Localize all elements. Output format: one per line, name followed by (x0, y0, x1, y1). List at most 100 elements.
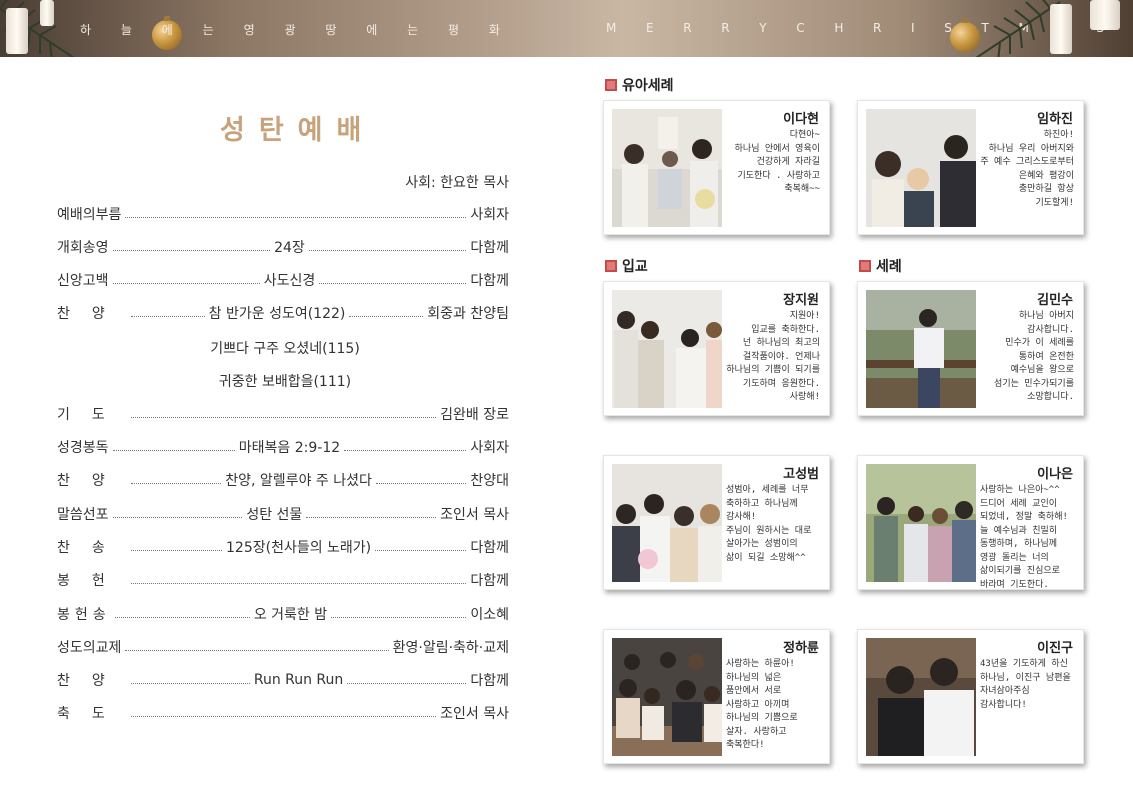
handwritten-message: 다현아~ 하나님 안에서 영육이 건강하게 자라길 기도한다 . 사랑하고 축복… (734, 130, 820, 194)
order-row: 말씀선포 성탄 선물 조인서 목사 (57, 504, 509, 524)
order-label: 성도의교제 (57, 640, 122, 656)
dotted-leader (375, 482, 467, 484)
person-card: 임하진 하진아! 하나님 우리 아버지와 주 예수 그리스도로부터 은혜와 평강… (857, 100, 1084, 235)
section-marker-icon (605, 260, 617, 272)
handwritten-message: 지원아! 입교를 축하한다. 넌 하나님의 최고의 걸작품이야. 언제나 하나님… (726, 311, 820, 402)
order-row: 찬양 찬양, 알렐루야 주 나셨다 찬양대 (57, 470, 509, 490)
person-name: 이다현 (783, 112, 819, 127)
handwritten-message: 성범아, 세례를 너무 축하하고 하나님께 감사해! 주님이 원하시는 대로 살… (726, 485, 812, 563)
order-row: 성경봉독 마태복음 2:9-12 사회자 (57, 437, 509, 457)
order-leader: 회중과 찬양팀 (427, 306, 509, 322)
dotted-leader (130, 315, 205, 317)
family-photo (866, 638, 976, 756)
handwritten-message: 사랑하는 하륜아! 하나님의 넓은 품안에서 서로 사랑하고 아끼며 하나님의 … (726, 659, 798, 750)
order-content: 24장 (274, 240, 305, 256)
order-row: 축도 조인서 목사 (57, 703, 509, 723)
order-content: 125장(천사들의 노래가) (226, 540, 372, 556)
dotted-leader (130, 715, 437, 717)
dotted-leader (349, 315, 424, 317)
order-leader: 사회자 (470, 207, 509, 223)
order-label: 기도 (57, 407, 127, 423)
dotted-leader (375, 549, 467, 551)
order-label: 봉헌 (57, 573, 127, 589)
section-marker-icon (859, 260, 871, 272)
order-row: 기도 김완배 장로 (57, 404, 509, 424)
candle-left-2 (40, 0, 54, 26)
order-leader: 사회자 (470, 440, 510, 456)
order-row: 성도의교제 환영·알림·축하·교제 (57, 637, 509, 657)
dotted-leader (306, 516, 437, 518)
order-content: 성탄 선물 (246, 507, 303, 523)
dotted-leader (125, 649, 389, 651)
order-row: 찬양 Run Run Run 다함께 (57, 670, 509, 690)
section-marker-icon (605, 79, 617, 91)
person-name: 임하진 (1037, 112, 1073, 127)
order-label: 말씀선포 (57, 507, 109, 523)
order-leader: 환영·알림·축하·교제 (392, 640, 509, 656)
dotted-leader (130, 416, 437, 418)
top-banner: 하 늘 에 는 영 광 땅 에 는 평 화 M E R R Y C H R I … (0, 0, 1133, 57)
order-leader: 다함께 (470, 273, 510, 289)
order-row: 봉헌송 오 거룩한 밤 이소혜 (57, 604, 509, 624)
order-row: 신앙고백 사도신경 다함께 (57, 270, 509, 290)
order-content: 오 거룩한 밤 (253, 607, 328, 623)
dotted-leader (130, 549, 222, 551)
family-photo (866, 290, 976, 408)
order-row: 봉헌 다함께 (57, 570, 509, 590)
order-label: 찬송 (57, 540, 127, 556)
order-row: 예배의부름 사회자 (57, 204, 509, 224)
presider-line: 사회: 한요한 목사 (405, 175, 509, 191)
dotted-leader (112, 449, 235, 451)
dotted-leader (344, 449, 467, 451)
person-name: 장지원 (783, 293, 819, 308)
family-photo (612, 638, 722, 756)
order-label: 찬양 (57, 673, 127, 689)
order-content: 참 반가운 성도여(122) (208, 306, 346, 322)
dotted-leader (112, 282, 260, 284)
order-row: 찬양 참 반가운 성도여(122) 회중과 찬양팀 (57, 303, 509, 323)
person-card: 정하륜 사랑하는 하륜아! 하나님의 넓은 품안에서 서로 사랑하고 아끼며 하… (603, 629, 830, 764)
handwritten-message: 하진아! 하나님 우리 아버지와 주 예수 그리스도로부터 은혜와 평강이 충만… (980, 130, 1074, 208)
person-name: 이나은 (1037, 467, 1073, 482)
dotted-leader (130, 582, 467, 584)
dotted-leader (130, 482, 222, 484)
person-card: 이나은 사랑하는 나은아~^^ 드디어 세례 교인이 되었네, 정말 축하해! … (857, 455, 1084, 590)
order-leader: 다함께 (470, 540, 510, 556)
order-content: Run Run Run (253, 672, 344, 688)
section-infant-baptism: 유아세례 (605, 75, 674, 95)
order-label: 찬양 (57, 473, 127, 489)
family-photo (612, 290, 722, 408)
order-leader: 조인서 목사 (440, 507, 509, 523)
person-name: 고성범 (783, 467, 819, 482)
dotted-leader (125, 216, 467, 218)
person-card: 이다현 다현아~ 하나님 안에서 영육이 건강하게 자라길 기도한다 . 사랑하… (603, 100, 830, 235)
order-label: 예배의부름 (57, 207, 122, 223)
family-photo (866, 464, 976, 582)
person-name: 정하륜 (783, 641, 819, 656)
dotted-leader (130, 682, 250, 684)
order-content: 마태복음 2:9-12 (238, 440, 341, 456)
order-leader: 다함께 (470, 673, 509, 689)
person-card: 김민수 하나님 아버지 감사합니다. 민수가 이 세례를 통하여 온전한 예수님… (857, 281, 1084, 416)
dotted-leader (112, 516, 243, 518)
candle-left (6, 8, 28, 54)
family-photo (612, 464, 722, 582)
family-photo (866, 109, 976, 227)
person-card: 장지원 지원아! 입교를 축하한다. 넌 하나님의 최고의 걸작품이야. 언제나… (603, 281, 830, 416)
order-row: 찬송 125장(천사들의 노래가) 다함께 (57, 537, 509, 557)
banner-korean-text: 하 늘 에 는 영 광 땅 에 는 평 화 (80, 23, 500, 37)
dotted-leader (347, 682, 467, 684)
handwritten-message: 43년을 기도하게 하신 하나님, 이진구 남편을 자녀삼아주심 감사합니다! (980, 659, 1071, 710)
dotted-leader (331, 616, 467, 618)
person-card: 이진구 43년을 기도하게 하신 하나님, 이진구 남편을 자녀삼아주심 감사합… (857, 629, 1084, 764)
handwritten-message: 하나님 아버지 감사합니다. 민수가 이 세례를 통하여 온전한 예수님을 왕으… (994, 311, 1074, 402)
order-leader: 찬양대 (470, 473, 510, 489)
dotted-leader (114, 616, 250, 618)
dotted-leader (112, 249, 271, 251)
order-label: 축도 (57, 706, 127, 722)
family-photo (612, 109, 722, 227)
section-baptism: 세례 (859, 256, 902, 276)
worship-title: 성탄예배 (220, 115, 376, 146)
order-label: 개회송영 (57, 240, 109, 256)
order-label: 신앙고백 (57, 273, 109, 289)
